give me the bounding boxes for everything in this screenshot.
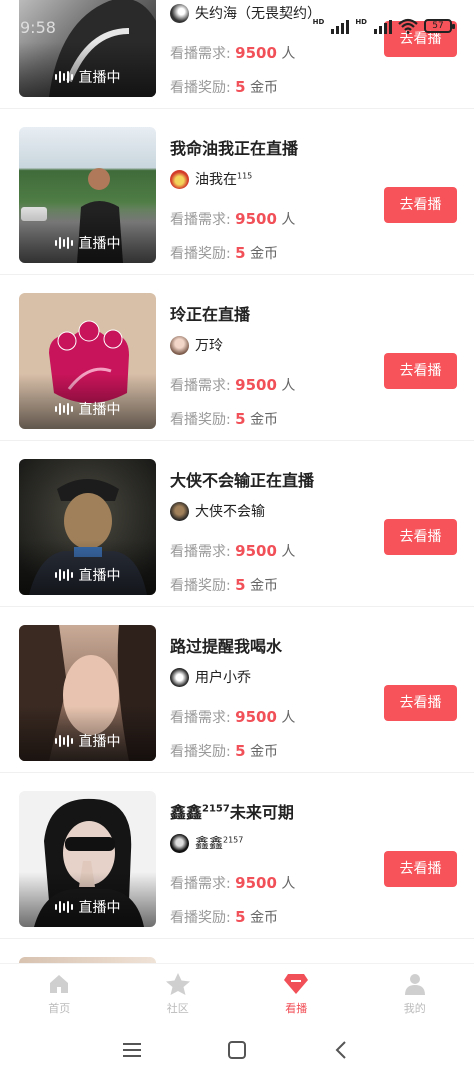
stream-thumbnail[interactable]: 直播中 (19, 127, 156, 263)
status-bar: 9:58 HD HD 57 (0, 0, 474, 40)
avatar (170, 169, 189, 189)
tab-label: 看播 (285, 1001, 308, 1015)
demand-line: 看播需求: 9500 人 (170, 708, 296, 726)
signal-icon (331, 18, 350, 34)
stream-list[interactable]: 直播中 失约海（无畏契约） 看播需求: 9500 人 看播奖励: 5 金币 去看… (0, 0, 474, 963)
tab-label: 首页 (48, 1001, 71, 1015)
live-badge: 直播中 (19, 731, 156, 751)
status-time: 9:58 (20, 18, 56, 37)
wifi-icon (398, 18, 418, 34)
live-badge: 直播中 (19, 233, 156, 253)
stream-card[interactable]: 直播中 大侠不会输正在直播 大侠不会输 看播需求: 9500 人 看播奖励: 5… (0, 441, 474, 607)
tab-home[interactable]: 首页 (0, 964, 119, 1023)
reward-line: 看播奖励: 5 金币 (170, 410, 279, 428)
diamond-icon (284, 973, 309, 994)
tab-label: 我的 (403, 1001, 426, 1015)
live-badge: 直播中 (19, 897, 156, 917)
stream-thumbnail[interactable]: 直播中 (19, 625, 156, 761)
stream-thumbnail[interactable]: 直播中 (19, 459, 156, 595)
reward-line: 看播奖励: 5 金币 (170, 908, 279, 926)
home-icon (50, 974, 69, 993)
streamer-info: 油我在115 (170, 169, 252, 189)
tab-watch[interactable]: 看播 (237, 964, 356, 1023)
reward-line: 看播奖励: 5 金币 (170, 576, 279, 594)
star-icon (165, 972, 190, 995)
streamer-info: 大侠不会输 (170, 501, 265, 521)
stream-card[interactable]: 直播中 我命油我正在直播 油我在115 看播需求: 9500 人 看播奖励: 5… (0, 109, 474, 275)
stream-card[interactable]: 直播中 路过提醒我喝水 用户小乔 看播需求: 9500 人 看播奖励: 5 金币… (0, 607, 474, 773)
live-label: 直播中 (78, 236, 121, 252)
avatar (170, 833, 189, 853)
streamer-name: 油我在115 (195, 171, 253, 188)
hd-label: HD (312, 18, 325, 26)
live-label: 直播中 (78, 402, 121, 418)
sound-wave-icon (54, 734, 73, 748)
reward-line: 看播奖励: 5 金币 (170, 78, 279, 96)
stream-thumbnail[interactable]: 直播中 (19, 791, 156, 927)
sound-wave-icon (54, 236, 73, 250)
status-icons: HD HD 57 (312, 18, 455, 34)
avatar (170, 335, 189, 355)
watch-button[interactable]: 去看播 (384, 353, 457, 389)
stream-title: 我命油我正在直播 (170, 139, 299, 158)
stream-title: 玲正在直播 (170, 305, 251, 324)
stream-thumbnail[interactable]: 直播中 (19, 293, 156, 429)
streamer-info: 鑫鑫2157 (170, 833, 243, 853)
demand-line: 看播需求: 9500 人 (170, 210, 296, 228)
signal-icon-2 (374, 18, 392, 34)
watch-button[interactable]: 去看播 (384, 519, 457, 555)
watch-button[interactable]: 去看播 (384, 851, 457, 887)
demand-line: 看播需求: 9500 人 (170, 542, 296, 560)
tab-community[interactable]: 社区 (119, 964, 238, 1023)
live-label: 直播中 (78, 568, 121, 584)
live-label: 直播中 (78, 900, 121, 916)
battery-icon: 57 (424, 19, 455, 33)
avatar (170, 501, 189, 521)
hd-label-2: HD (355, 18, 367, 26)
home-square-icon[interactable] (227, 1041, 247, 1059)
live-badge: 直播中 (19, 67, 156, 87)
stream-card[interactable]: 直播中 鑫鑫2157未来可期 鑫鑫2157 看播需求: 9500 人 看播奖励:… (0, 773, 474, 939)
live-label: 直播中 (78, 70, 121, 86)
stream-title: 鑫鑫2157未来可期 (170, 803, 294, 822)
sound-wave-icon (54, 70, 73, 84)
tab-label: 社区 (166, 1001, 189, 1015)
live-badge: 直播中 (19, 399, 156, 419)
sound-wave-icon (54, 900, 73, 914)
bottom-tab-bar: 首页 社区 看播 我的 (0, 963, 474, 1023)
tab-mine[interactable]: 我的 (356, 964, 474, 1023)
stream-title: 大侠不会输正在直播 (170, 471, 315, 490)
stream-title: 路过提醒我喝水 (170, 637, 283, 656)
stream-card[interactable] (0, 939, 474, 963)
reward-line: 看播奖励: 5 金币 (170, 742, 279, 760)
live-label: 直播中 (78, 734, 121, 750)
streamer-info: 用户小乔 (170, 667, 251, 687)
streamer-name: 用户小乔 (195, 670, 251, 686)
sound-wave-icon (54, 402, 73, 416)
reward-line: 看播奖励: 5 金币 (170, 244, 279, 262)
streamer-name: 鑫鑫2157 (195, 835, 244, 852)
demand-line: 看播需求: 9500 人 (170, 874, 296, 892)
sound-wave-icon (54, 568, 73, 582)
streamer-info: 万玲 (170, 335, 223, 355)
watch-button[interactable]: 去看播 (384, 685, 457, 721)
live-badge: 直播中 (19, 565, 156, 585)
streamer-name: 万玲 (195, 338, 223, 354)
person-icon (404, 973, 425, 995)
menu-icon[interactable] (122, 1041, 142, 1059)
demand-line: 看播需求: 9500 人 (170, 44, 296, 62)
watch-button[interactable]: 去看播 (384, 187, 457, 223)
streamer-name: 大侠不会输 (195, 504, 265, 520)
stream-card[interactable]: 直播中 玲正在直播 万玲 看播需求: 9500 人 看播奖励: 5 金币 去看播 (0, 275, 474, 441)
back-icon[interactable] (333, 1041, 349, 1059)
demand-line: 看播需求: 9500 人 (170, 376, 296, 394)
system-nav-bar (0, 1023, 474, 1080)
avatar (170, 667, 189, 687)
